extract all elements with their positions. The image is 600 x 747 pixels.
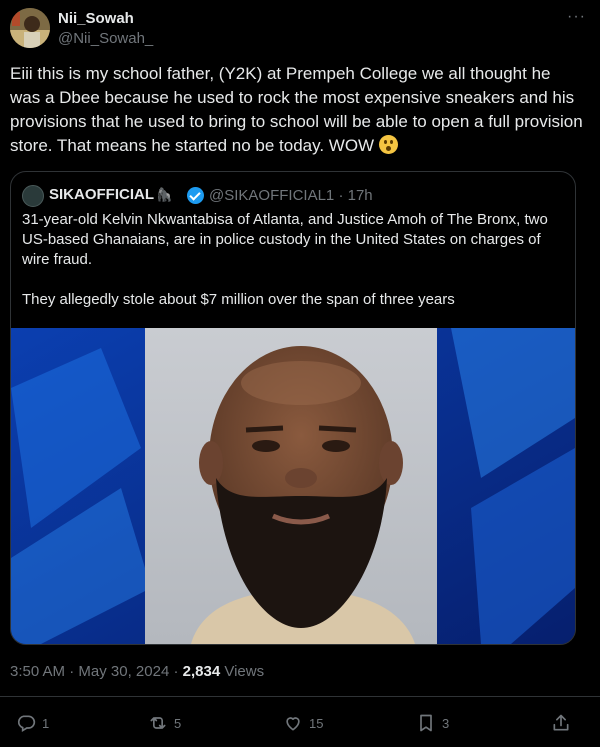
share-icon (553, 714, 569, 731)
views-count: 2,834 (182, 663, 221, 680)
quote-author-handle: @SIKAOFFICIAL1 (209, 187, 335, 204)
quote-paragraph-2: They allegedly stole about $7 million ov… (22, 291, 455, 308)
quote-author-avatar[interactable] (22, 185, 44, 207)
meta-separator-2: · (173, 663, 179, 680)
verified-badge-icon (187, 187, 204, 204)
views-label: Views (224, 663, 265, 680)
divider (0, 696, 600, 697)
quote-text: 31-year-old Kelvin Nkwantabisa of Atlant… (22, 210, 562, 310)
bookmark-icon (420, 714, 432, 732)
repost-icon (150, 717, 166, 729)
quote-paragraph-1: 31-year-old Kelvin Nkwantabisa of Atlant… (22, 211, 548, 268)
repost-button[interactable]: 5 (148, 712, 181, 734)
author-avatar[interactable] (10, 8, 50, 48)
mugshot-photo-icon (11, 328, 575, 644)
reply-icon (17, 715, 36, 732)
more-options-icon[interactable]: ··· (567, 8, 586, 26)
quote-time[interactable]: 17h (348, 187, 373, 204)
author-name[interactable]: Nii_Sowah (58, 10, 134, 27)
like-button[interactable]: 15 (283, 712, 323, 734)
repost-count: 5 (174, 715, 182, 731)
gorilla-emoji-icon: 🦍 (156, 187, 173, 202)
quote-author-name[interactable]: SIKAOFFICIAL 🦍 (49, 186, 172, 203)
reply-count: 1 (42, 715, 50, 731)
bookmark-count: 3 (442, 715, 450, 731)
quote-media-image[interactable] (11, 328, 575, 644)
astonished-face-emoji-icon (378, 135, 398, 154)
quote-meta: @SIKAOFFICIAL1 · 17h (209, 187, 373, 204)
author-handle[interactable]: @Nii_Sowah_ (58, 30, 153, 47)
post-time[interactable]: 3:50 AM (10, 663, 65, 680)
post-header: Nii_Sowah @Nii_Sowah_ ··· (10, 6, 590, 50)
heart-icon (286, 717, 300, 731)
post-text-body: Eiii this is my school father, (Y2K) at … (10, 64, 583, 155)
quote-separator: · (338, 187, 344, 204)
quoted-post[interactable]: SIKAOFFICIAL 🦍 @SIKAOFFICIAL1 · 17h 31-ye… (10, 171, 576, 645)
meta-separator-1: · (69, 663, 75, 680)
profile-photo-icon (10, 8, 50, 48)
share-button[interactable] (551, 712, 571, 734)
post-meta: 3:50 AM · May 30, 2024 · 2,834 Views (10, 663, 264, 680)
bookmark-button[interactable]: 3 (416, 712, 449, 734)
like-count: 15 (309, 715, 324, 731)
post-date[interactable]: May 30, 2024 (78, 663, 169, 680)
reply-button[interactable]: 1 (16, 712, 49, 734)
post-text: Eiii this is my school father, (Y2K) at … (10, 62, 585, 158)
quote-author-name-text: SIKAOFFICIAL (49, 186, 154, 203)
